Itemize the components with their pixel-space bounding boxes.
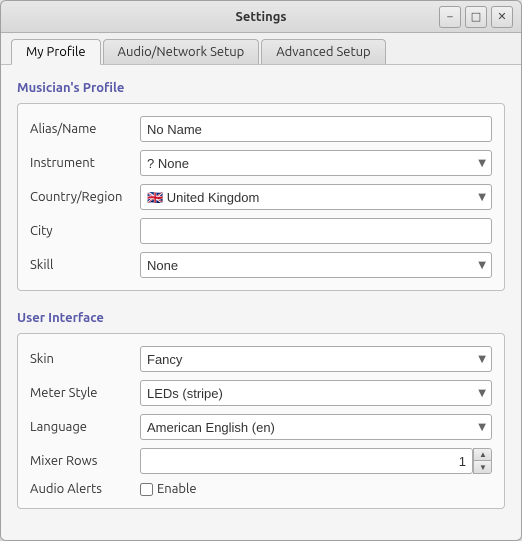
language-control: American English (en) British English (e… [140,414,492,440]
meter-select[interactable]: LEDs (stripe) LEDs (2 color) LEDs (3 col… [140,380,492,406]
skin-control: Fancy Classic Dark ▼ [140,346,492,372]
user-interface-section: User Interface Skin Fancy Classic Dark ▼ [17,311,505,509]
skin-label: Skin [30,352,140,366]
audio-alerts-enable-label[interactable]: Enable [157,482,197,496]
instrument-select-wrapper: ? None ▼ [140,150,492,176]
maximize-button[interactable]: □ [465,6,487,28]
meter-control: LEDs (stripe) LEDs (2 color) LEDs (3 col… [140,380,492,406]
instrument-label: Instrument [30,156,140,170]
settings-window: Settings – □ ✕ My Profile Audio/Network … [0,0,522,541]
titlebar: Settings – □ ✕ [1,1,521,33]
meter-select-wrapper: LEDs (stripe) LEDs (2 color) LEDs (3 col… [140,380,492,406]
window-controls: – □ ✕ [439,6,513,28]
mixer-rows-control: ▲ ▼ [140,448,492,474]
skill-control: None Beginner Intermediate Advanced Expe… [140,252,492,278]
content-area: Musician's Profile Alias/Name Instrument [1,65,521,540]
minimize-button[interactable]: – [439,6,461,28]
country-row: Country/Region 🇬🇧 United Kingdom ▼ [30,184,492,210]
window-title: Settings [235,10,286,24]
city-control [140,218,492,244]
mixer-rows-increment-button[interactable]: ▲ [474,449,492,461]
user-interface-box: Skin Fancy Classic Dark ▼ [17,333,505,509]
skill-label: Skill [30,258,140,272]
instrument-select[interactable]: ? None [140,150,492,176]
tab-bar: My Profile Audio/Network Setup Advanced … [1,33,521,65]
city-label: City [30,224,140,238]
city-input[interactable] [140,218,492,244]
alias-input[interactable] [140,116,492,142]
mixer-rows-input[interactable] [140,448,473,474]
skill-select[interactable]: None Beginner Intermediate Advanced Expe… [140,252,492,278]
musician-profile-section: Musician's Profile Alias/Name Instrument [17,81,505,291]
alias-label: Alias/Name [30,122,140,136]
tab-my-profile[interactable]: My Profile [11,39,101,65]
tab-advanced-setup[interactable]: Advanced Setup [261,39,385,64]
musician-profile-box: Alias/Name Instrument ? None ▼ [17,103,505,291]
language-select[interactable]: American English (en) British English (e… [140,414,492,440]
mixer-rows-spinner: ▲ ▼ [140,448,492,474]
audio-alerts-checkbox[interactable] [140,483,153,496]
mixer-rows-row: Mixer Rows ▲ ▼ [30,448,492,474]
skin-select-wrapper: Fancy Classic Dark ▼ [140,346,492,372]
user-interface-title: User Interface [17,311,505,325]
mixer-rows-label: Mixer Rows [30,454,140,468]
audio-alerts-checkbox-row: Enable [140,482,492,496]
tab-audio-network-setup[interactable]: Audio/Network Setup [103,39,260,64]
mixer-rows-spinner-buttons: ▲ ▼ [473,448,492,474]
skill-row: Skill None Beginner Intermediate Advance… [30,252,492,278]
country-select[interactable]: 🇬🇧 United Kingdom [140,184,492,210]
close-button[interactable]: ✕ [491,6,513,28]
audio-alerts-label: Audio Alerts [30,482,140,496]
language-row: Language American English (en) British E… [30,414,492,440]
country-select-wrapper: 🇬🇧 United Kingdom ▼ [140,184,492,210]
meter-label: Meter Style [30,386,140,400]
alias-row: Alias/Name [30,116,492,142]
musician-profile-title: Musician's Profile [17,81,505,95]
country-control: 🇬🇧 United Kingdom ▼ [140,184,492,210]
skill-select-wrapper: None Beginner Intermediate Advanced Expe… [140,252,492,278]
language-select-wrapper: American English (en) British English (e… [140,414,492,440]
skin-select[interactable]: Fancy Classic Dark [140,346,492,372]
audio-alerts-control: Enable [140,482,492,496]
language-label: Language [30,420,140,434]
mixer-rows-decrement-button[interactable]: ▼ [474,461,492,473]
meter-row: Meter Style LEDs (stripe) LEDs (2 color)… [30,380,492,406]
instrument-row: Instrument ? None ▼ [30,150,492,176]
alias-control [140,116,492,142]
city-row: City [30,218,492,244]
audio-alerts-row: Audio Alerts Enable [30,482,492,496]
instrument-control: ? None ▼ [140,150,492,176]
country-label: Country/Region [30,190,140,204]
skin-row: Skin Fancy Classic Dark ▼ [30,346,492,372]
